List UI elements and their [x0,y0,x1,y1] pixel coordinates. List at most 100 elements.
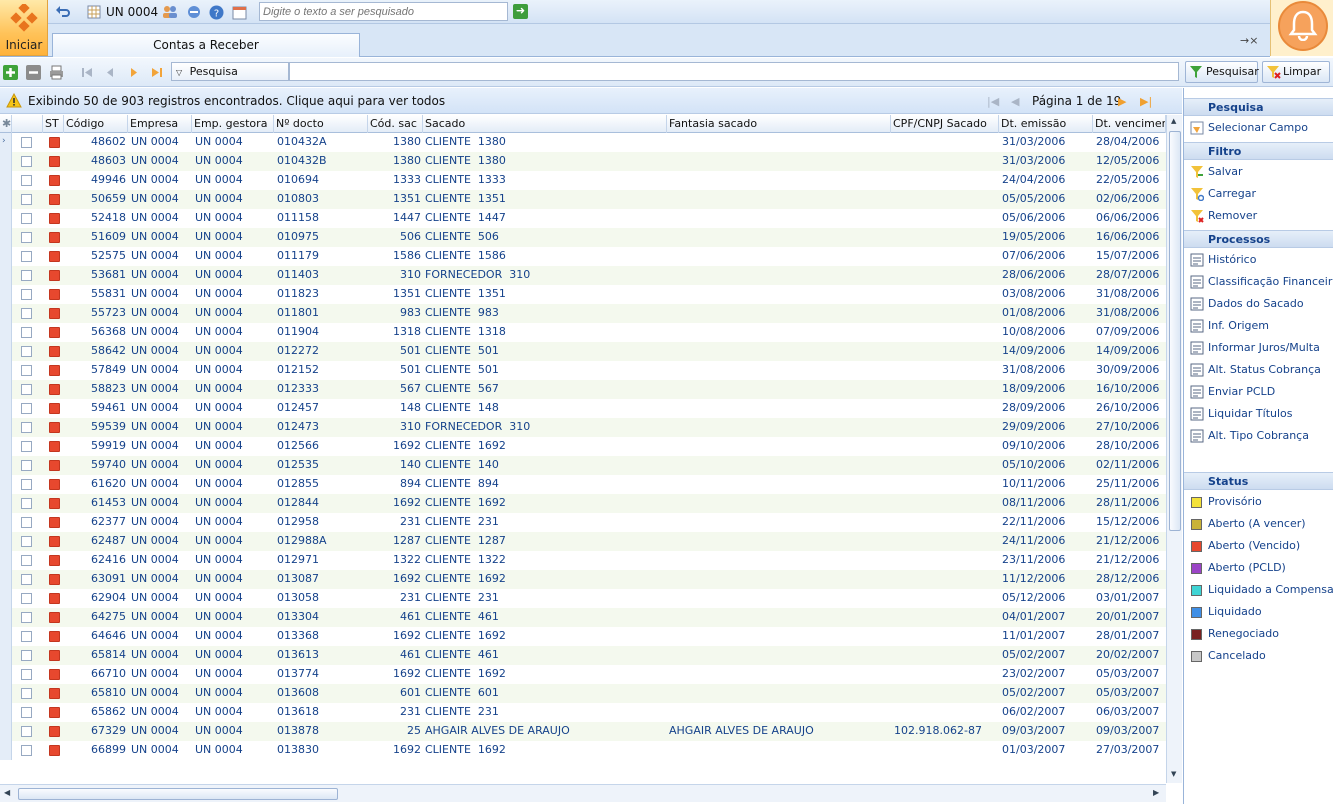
row-checkbox[interactable] [21,346,32,357]
table-row[interactable]: 50659 UN 0004 UN 0004 010803 1351 CLIENTE 135… [0,190,1166,209]
undo-icon[interactable] [55,4,71,20]
column-header-emp-gestora[interactable]: Emp. gestora [192,115,274,133]
row-checkbox[interactable] [21,289,32,300]
table-row[interactable]: › 48602 UN 0004 UN 0004 010432A 1380 CLIENTE 1… [0,133,1166,152]
row-checkbox[interactable] [21,422,32,433]
vertical-scrollbar[interactable]: ▲ ▼ [1166,115,1182,783]
row-selector[interactable] [0,209,12,228]
action-processo-6[interactable]: Alt. Status Cobrança [1188,361,1333,381]
table-row[interactable]: 59539 UN 0004 UN 0004 012473 310 FORNECEDOR 3… [0,418,1166,437]
column-header-sacado[interactable]: Sacado [423,115,667,133]
row-selector[interactable] [0,570,12,589]
row-checkbox[interactable] [21,612,32,623]
table-row[interactable]: 62487 UN 0004 UN 0004 012988A 1287 CLIENTE 12… [0,532,1166,551]
row-checkbox[interactable] [21,194,32,205]
table-row[interactable]: 64275 UN 0004 UN 0004 013304 461 CLIENTE 461 0… [0,608,1166,627]
row-checkbox[interactable] [21,726,32,737]
tab-close-controls[interactable]: →× [1240,34,1258,47]
row-checkbox[interactable] [21,460,32,471]
next-page-icon[interactable] [126,65,141,80]
grid-search-input[interactable] [289,62,1179,81]
row-selector[interactable] [0,285,12,304]
action-processo-3[interactable]: Dados do Sacado [1188,295,1333,315]
column-header-cpf-cnpj[interactable]: CPF/CNPJ Sacado [891,115,999,133]
row-selector[interactable] [0,494,12,513]
row-selector[interactable] [0,741,12,760]
row-checkbox[interactable] [21,574,32,585]
go-arrow-icon[interactable]: ➜ [513,4,528,19]
row-selector[interactable] [0,152,12,171]
column-header-cod-sac[interactable]: Cód. sac [368,115,423,133]
row-selector[interactable] [0,722,12,741]
table-row[interactable]: 63091 UN 0004 UN 0004 013087 1692 CLIENTE 169… [0,570,1166,589]
records-info-link[interactable]: Exibindo 50 de 903 registros encontrados… [28,94,445,108]
row-checkbox[interactable] [21,669,32,680]
table-row[interactable]: 48603 UN 0004 UN 0004 010432B 1380 CLIENTE 13… [0,152,1166,171]
row-selector[interactable] [0,304,12,323]
row-checkbox[interactable] [21,745,32,756]
row-checkbox[interactable] [21,650,32,661]
table-row[interactable]: 56368 UN 0004 UN 0004 011904 1318 CLIENTE 131… [0,323,1166,342]
column-header-n-docto[interactable]: Nº docto [274,115,368,133]
tab-contas-a-receber[interactable]: Contas a Receber [52,33,360,57]
row-selector[interactable] [0,399,12,418]
print-icon[interactable] [49,65,64,80]
pager-prev-icon[interactable]: ◀ [1011,95,1019,108]
row-selector[interactable] [0,456,12,475]
table-row[interactable]: 65810 UN 0004 UN 0004 013608 601 CLIENTE 601 0… [0,684,1166,703]
action-filtro-carregar[interactable]: Carregar [1188,185,1333,205]
row-checkbox[interactable] [21,707,32,718]
scroll-up-icon[interactable]: ▲ [1171,117,1176,125]
row-checkbox[interactable] [21,517,32,528]
pager-last-icon[interactable]: ▶| [1140,95,1152,108]
add-icon[interactable] [3,65,18,80]
calendar-icon[interactable] [231,4,247,20]
row-selector[interactable] [0,608,12,627]
row-checkbox[interactable] [21,251,32,262]
vertical-scroll-thumb[interactable] [1169,131,1181,531]
row-selector[interactable]: › [0,133,12,152]
row-checkbox[interactable] [21,403,32,414]
scroll-left-icon[interactable]: ◀ [4,788,10,797]
row-selector[interactable] [0,190,12,209]
action-processo-2[interactable]: Classificação Financeira [1188,273,1333,293]
row-selector[interactable] [0,323,12,342]
table-row[interactable]: 59919 UN 0004 UN 0004 012566 1692 CLIENTE 169… [0,437,1166,456]
table-row[interactable]: 53681 UN 0004 UN 0004 011403 310 FORNECEDOR 3… [0,266,1166,285]
row-selector[interactable] [0,361,12,380]
row-selector[interactable] [0,437,12,456]
row-selector[interactable] [0,665,12,684]
action-processo-4[interactable]: Inf. Origem [1188,317,1333,337]
column-header-codigo[interactable]: Código [64,115,128,133]
column-header-dt-emissao[interactable]: Dt. emissão [999,115,1093,133]
table-row[interactable]: 66710 UN 0004 UN 0004 013774 1692 CLIENTE 169… [0,665,1166,684]
row-selector[interactable] [0,228,12,247]
scroll-right-icon[interactable]: ▶ [1153,788,1159,797]
row-checkbox[interactable] [21,308,32,319]
search-field-select[interactable]: ▽ Pesquisa [171,62,289,81]
action-processo-9[interactable]: Alt. Tipo Cobrança [1188,427,1333,447]
row-selector[interactable] [0,266,12,285]
row-checkbox[interactable] [21,270,32,281]
table-row[interactable]: 52418 UN 0004 UN 0004 011158 1447 CLIENTE 144… [0,209,1166,228]
row-checkbox[interactable] [21,365,32,376]
action-processo-7[interactable]: Enviar PCLD [1188,383,1333,403]
table-row[interactable]: 55831 UN 0004 UN 0004 011823 1351 CLIENTE 135… [0,285,1166,304]
row-checkbox[interactable] [21,688,32,699]
action-filtro-remover[interactable]: Remover [1188,207,1333,227]
remove-icon[interactable] [26,65,41,80]
action-selecionar-campo[interactable]: Selecionar Campo [1188,119,1333,139]
column-header-empresa[interactable]: Empresa [128,115,192,133]
column-header-fantasia[interactable]: Fantasia sacado [667,115,891,133]
action-processo-5[interactable]: Informar Juros/Multa [1188,339,1333,359]
row-checkbox[interactable] [21,384,32,395]
row-selector[interactable] [0,589,12,608]
row-checkbox[interactable] [21,631,32,642]
action-processo-1[interactable]: Histórico [1188,251,1333,271]
first-page-icon[interactable] [80,65,95,80]
row-selector[interactable] [0,418,12,437]
start-button[interactable]: Iniciar [0,0,48,56]
table-row[interactable]: 59740 UN 0004 UN 0004 012535 140 CLIENTE 140 0… [0,456,1166,475]
table-row[interactable]: 65814 UN 0004 UN 0004 013613 461 CLIENTE 461 0… [0,646,1166,665]
row-checkbox[interactable] [21,213,32,224]
